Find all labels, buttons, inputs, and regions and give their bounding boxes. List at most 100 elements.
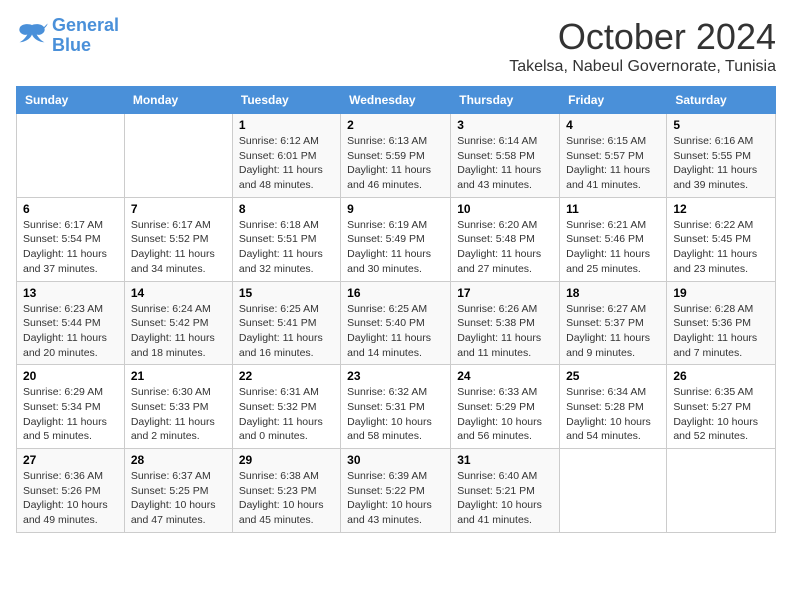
day-info: Sunrise: 6:18 AM Sunset: 5:51 PM Dayligh… — [239, 218, 334, 277]
week-row-5: 27 Sunrise: 6:36 AM Sunset: 5:26 PM Dayli… — [17, 449, 776, 533]
day-info: Sunrise: 6:39 AM Sunset: 5:22 PM Dayligh… — [347, 469, 444, 528]
day-cell: 25 Sunrise: 6:34 AM Sunset: 5:28 PM Dayli… — [560, 365, 667, 449]
day-cell: 29Sunrise: 6:38 AM Sunset: 5:23 PM Dayli… — [232, 449, 340, 533]
day-cell: 28 Sunrise: 6:37 AM Sunset: 5:25 PM Dayli… — [124, 449, 232, 533]
day-cell: 10Sunrise: 6:20 AM Sunset: 5:48 PM Dayli… — [451, 197, 560, 281]
day-number: 31 — [457, 453, 553, 467]
day-number: 6 — [23, 202, 118, 216]
header-monday: Monday — [124, 87, 232, 114]
day-number: 27 — [23, 453, 118, 467]
day-info: Sunrise: 6:24 AM Sunset: 5:42 PM Dayligh… — [131, 302, 226, 361]
calendar-header: SundayMondayTuesdayWednesdayThursdayFrid… — [17, 87, 776, 114]
day-info: Sunrise: 6:32 AM Sunset: 5:31 PM Dayligh… — [347, 385, 444, 444]
day-info: Sunrise: 6:21 AM Sunset: 5:46 PM Dayligh… — [566, 218, 660, 277]
location-subtitle: Takelsa, Nabeul Governorate, Tunisia — [509, 58, 776, 76]
day-number: 22 — [239, 369, 334, 383]
day-info: Sunrise: 6:17 AM Sunset: 5:52 PM Dayligh… — [131, 218, 226, 277]
day-number: 26 — [673, 369, 769, 383]
logo: General Blue — [16, 16, 119, 56]
day-info: Sunrise: 6:22 AM Sunset: 5:45 PM Dayligh… — [673, 218, 769, 277]
day-number: 20 — [23, 369, 118, 383]
day-info: Sunrise: 6:31 AM Sunset: 5:32 PM Dayligh… — [239, 385, 334, 444]
day-cell: 8Sunrise: 6:18 AM Sunset: 5:51 PM Daylig… — [232, 197, 340, 281]
week-row-2: 6 Sunrise: 6:17 AM Sunset: 5:54 PM Daylig… — [17, 197, 776, 281]
day-number: 13 — [23, 286, 118, 300]
header-sunday: Sunday — [17, 87, 125, 114]
day-number: 4 — [566, 118, 660, 132]
day-cell: 1 Sunrise: 6:12 AM Sunset: 6:01 PM Daylig… — [232, 114, 340, 198]
title-block: October 2024 Takelsa, Nabeul Governorate… — [509, 16, 776, 76]
header-tuesday: Tuesday — [232, 87, 340, 114]
day-number: 7 — [131, 202, 226, 216]
day-cell: 17Sunrise: 6:26 AM Sunset: 5:38 PM Dayli… — [451, 281, 560, 365]
day-cell: 13Sunrise: 6:23 AM Sunset: 5:44 PM Dayli… — [17, 281, 125, 365]
header-wednesday: Wednesday — [341, 87, 451, 114]
day-cell: 2Sunrise: 6:13 AM Sunset: 5:59 PM Daylig… — [341, 114, 451, 198]
calendar-table: SundayMondayTuesdayWednesdayThursdayFrid… — [16, 86, 776, 533]
day-number: 23 — [347, 369, 444, 383]
day-number: 9 — [347, 202, 444, 216]
day-cell: 15Sunrise: 6:25 AM Sunset: 5:41 PM Dayli… — [232, 281, 340, 365]
page-header: General Blue October 2024 Takelsa, Nabeu… — [16, 16, 776, 76]
day-cell — [17, 114, 125, 198]
logo-icon — [16, 22, 48, 50]
header-saturday: Saturday — [667, 87, 776, 114]
day-info: Sunrise: 6:33 AM Sunset: 5:29 PM Dayligh… — [457, 385, 553, 444]
day-cell — [124, 114, 232, 198]
day-number: 11 — [566, 202, 660, 216]
day-cell: 4 Sunrise: 6:15 AM Sunset: 5:57 PM Daylig… — [560, 114, 667, 198]
day-info: Sunrise: 6:27 AM Sunset: 5:37 PM Dayligh… — [566, 302, 660, 361]
week-row-3: 13Sunrise: 6:23 AM Sunset: 5:44 PM Dayli… — [17, 281, 776, 365]
day-number: 16 — [347, 286, 444, 300]
day-number: 15 — [239, 286, 334, 300]
day-info: Sunrise: 6:37 AM Sunset: 5:25 PM Dayligh… — [131, 469, 226, 528]
day-info: Sunrise: 6:14 AM Sunset: 5:58 PM Dayligh… — [457, 134, 553, 193]
day-number: 10 — [457, 202, 553, 216]
day-cell: 6 Sunrise: 6:17 AM Sunset: 5:54 PM Daylig… — [17, 197, 125, 281]
day-number: 24 — [457, 369, 553, 383]
day-info: Sunrise: 6:12 AM Sunset: 6:01 PM Dayligh… — [239, 134, 334, 193]
day-info: Sunrise: 6:34 AM Sunset: 5:28 PM Dayligh… — [566, 385, 660, 444]
calendar-body: 1 Sunrise: 6:12 AM Sunset: 6:01 PM Daylig… — [17, 114, 776, 533]
day-cell — [667, 449, 776, 533]
day-number: 30 — [347, 453, 444, 467]
day-number: 21 — [131, 369, 226, 383]
day-number: 5 — [673, 118, 769, 132]
logo-blue: Blue — [52, 36, 119, 56]
day-number: 28 — [131, 453, 226, 467]
day-cell: 18 Sunrise: 6:27 AM Sunset: 5:37 PM Dayli… — [560, 281, 667, 365]
day-number: 18 — [566, 286, 660, 300]
day-cell: 9Sunrise: 6:19 AM Sunset: 5:49 PM Daylig… — [341, 197, 451, 281]
day-cell: 22 Sunrise: 6:31 AM Sunset: 5:32 PM Dayli… — [232, 365, 340, 449]
day-cell: 27 Sunrise: 6:36 AM Sunset: 5:26 PM Dayli… — [17, 449, 125, 533]
day-info: Sunrise: 6:25 AM Sunset: 5:40 PM Dayligh… — [347, 302, 444, 361]
header-thursday: Thursday — [451, 87, 560, 114]
day-number: 25 — [566, 369, 660, 383]
day-cell: 23 Sunrise: 6:32 AM Sunset: 5:31 PM Dayli… — [341, 365, 451, 449]
day-cell: 14Sunrise: 6:24 AM Sunset: 5:42 PM Dayli… — [124, 281, 232, 365]
day-info: Sunrise: 6:16 AM Sunset: 5:55 PM Dayligh… — [673, 134, 769, 193]
day-info: Sunrise: 6:36 AM Sunset: 5:26 PM Dayligh… — [23, 469, 118, 528]
week-row-4: 20 Sunrise: 6:29 AM Sunset: 5:34 PM Dayli… — [17, 365, 776, 449]
day-info: Sunrise: 6:29 AM Sunset: 5:34 PM Dayligh… — [23, 385, 118, 444]
day-info: Sunrise: 6:40 AM Sunset: 5:21 PM Dayligh… — [457, 469, 553, 528]
day-info: Sunrise: 6:30 AM Sunset: 5:33 PM Dayligh… — [131, 385, 226, 444]
logo-general: General — [52, 15, 119, 35]
day-cell: 26 Sunrise: 6:35 AM Sunset: 5:27 PM Dayli… — [667, 365, 776, 449]
day-number: 2 — [347, 118, 444, 132]
week-row-1: 1 Sunrise: 6:12 AM Sunset: 6:01 PM Daylig… — [17, 114, 776, 198]
day-number: 1 — [239, 118, 334, 132]
day-number: 12 — [673, 202, 769, 216]
day-info: Sunrise: 6:38 AM Sunset: 5:23 PM Dayligh… — [239, 469, 334, 528]
day-number: 17 — [457, 286, 553, 300]
day-cell: 11 Sunrise: 6:21 AM Sunset: 5:46 PM Dayli… — [560, 197, 667, 281]
day-cell: 7 Sunrise: 6:17 AM Sunset: 5:52 PM Daylig… — [124, 197, 232, 281]
header-row: SundayMondayTuesdayWednesdayThursdayFrid… — [17, 87, 776, 114]
day-cell: 31 Sunrise: 6:40 AM Sunset: 5:21 PM Dayli… — [451, 449, 560, 533]
day-info: Sunrise: 6:15 AM Sunset: 5:57 PM Dayligh… — [566, 134, 660, 193]
day-cell: 16 Sunrise: 6:25 AM Sunset: 5:40 PM Dayli… — [341, 281, 451, 365]
day-number: 19 — [673, 286, 769, 300]
day-cell: 21 Sunrise: 6:30 AM Sunset: 5:33 PM Dayli… — [124, 365, 232, 449]
day-info: Sunrise: 6:35 AM Sunset: 5:27 PM Dayligh… — [673, 385, 769, 444]
day-info: Sunrise: 6:17 AM Sunset: 5:54 PM Dayligh… — [23, 218, 118, 277]
